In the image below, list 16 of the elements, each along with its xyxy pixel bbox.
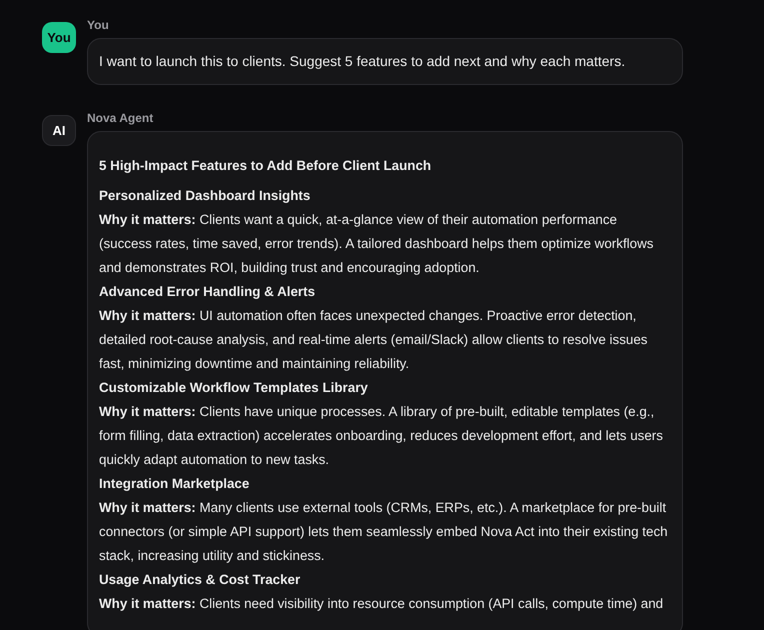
- author-name: You: [87, 18, 110, 32]
- feature-description: Why it matters: UI automation often faces unexpected changes. Proactive error detection, detailed root-cause analysis, and real-time alerts (email/Slack) allow clients to resolve issues fast, minimizing downtime and maintaining reliability.: [99, 307, 649, 373]
- feature-heading: Usage Analytics & Cost Tracker: [99, 571, 302, 589]
- feature-description: Why it matters: Clients have unique processes. A library of pre-built, editable templates (e.g., form filling, data extraction) accelerates onboarding, reduces development effort, and lets users quickly adapt automation to new tasks.: [99, 403, 664, 469]
- feature-heading: Personalized Dashboard Insights: [99, 187, 312, 205]
- feature-heading: Customizable Workflow Templates Library: [99, 379, 369, 397]
- feature-description: Why it matters: Clients need visibility into resource consumption (API calls, compute time) and: [99, 595, 664, 613]
- avatar: You: [42, 22, 76, 53]
- message-bubble: I want to launch this to clients. Suggest 5 features to add next and why each matters.: [87, 38, 683, 85]
- response-title: 5 High-Impact Features to Add Before Client Launch: [99, 157, 432, 175]
- feature-heading: Integration Marketplace: [99, 475, 250, 493]
- feature-heading: Advanced Error Handling & Alerts: [99, 283, 316, 301]
- author-name: Nova Agent: [87, 111, 154, 125]
- feature-description: Why it matters: Many clients use external tools (CRMs, ERPs, etc.). A marketplace for pre-built connectors (or simple API support) lets them seamlessly embed Nova Act into their existing tech stack, increasing utility and stickiness.: [99, 499, 669, 565]
- avatar: AI: [42, 115, 76, 146]
- feature-description: Why it matters: Clients want a quick, at-a-glance view of their automation performance (success rates, time saved, error trends). A tailored dashboard helps them optimize workflows and demonstrates ROI, building trust and encouraging adoption.: [99, 211, 654, 277]
